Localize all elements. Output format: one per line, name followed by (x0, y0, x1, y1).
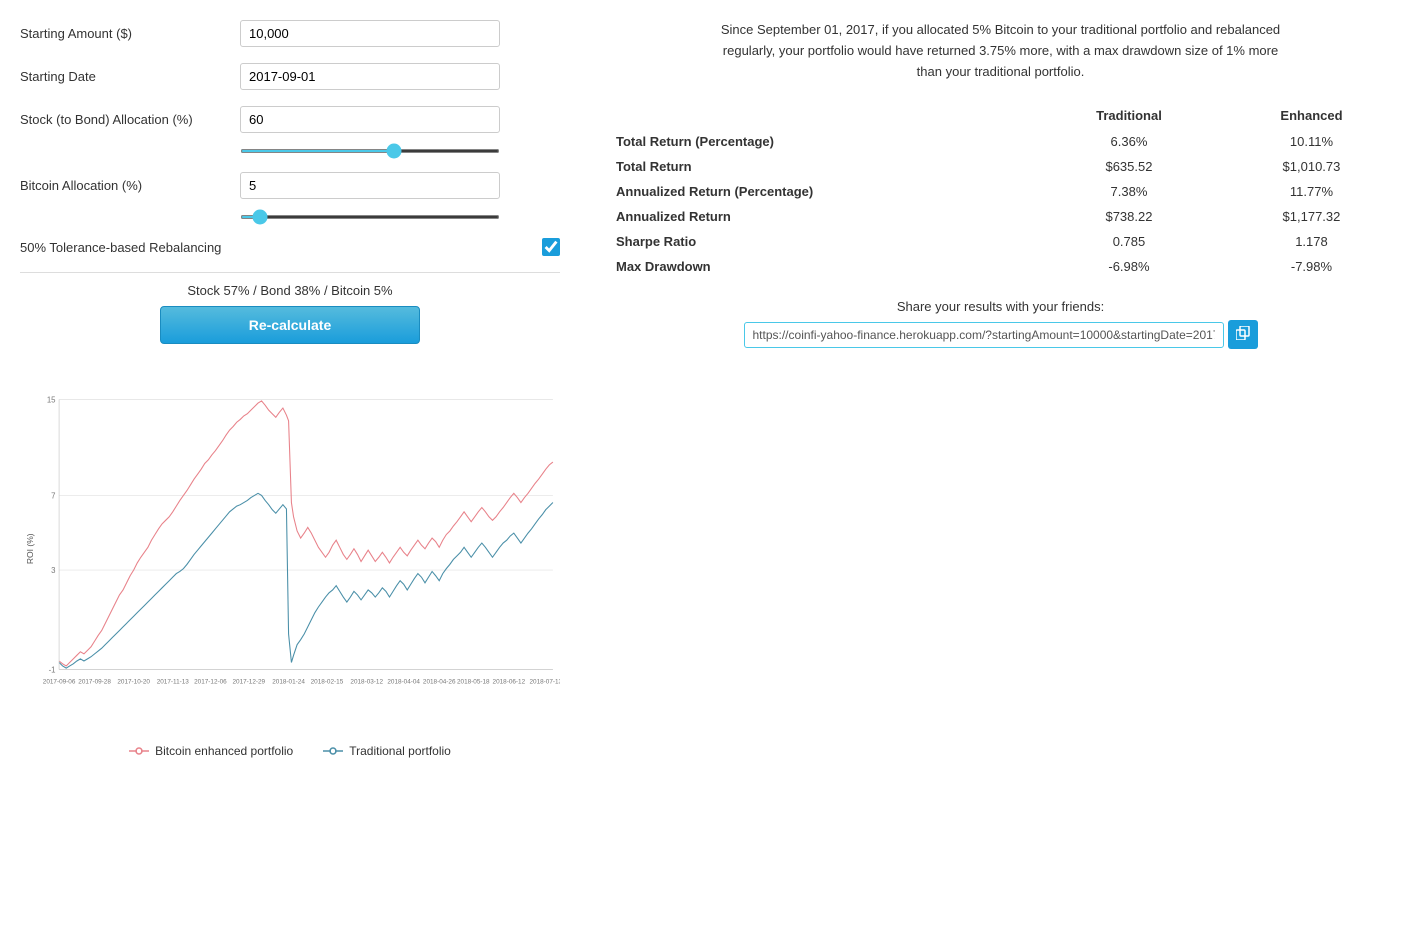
starting-amount-input[interactable] (240, 20, 500, 47)
row-enhanced: 1.178 (1222, 229, 1401, 254)
legend-traditional: Traditional portfolio (323, 744, 451, 758)
col-traditional-header: Traditional (1036, 102, 1222, 129)
starting-date-row: Starting Date (20, 63, 560, 90)
svg-text:15: 15 (47, 395, 56, 404)
results-row-3: Annualized Return $738.22 $1,177.32 (600, 204, 1401, 229)
share-url-input[interactable] (744, 322, 1224, 348)
rebalancing-row: 50% Tolerance-based Rebalancing (20, 238, 560, 256)
share-section: Share your results with your friends: (600, 299, 1401, 349)
svg-text:3: 3 (51, 566, 55, 575)
row-enhanced: $1,010.73 (1222, 154, 1401, 179)
svg-text:2018-07-13: 2018-07-13 (529, 679, 560, 686)
stock-bond-row: Stock (to Bond) Allocation (%) (20, 106, 560, 133)
results-row-2: Annualized Return (Percentage) 7.38% 11.… (600, 179, 1401, 204)
svg-text:2018-04-26: 2018-04-26 (423, 679, 456, 686)
right-panel: Since September 01, 2017, if you allocat… (600, 20, 1401, 758)
svg-text:2018-01-24: 2018-01-24 (272, 679, 305, 686)
svg-text:-1: -1 (49, 665, 56, 674)
svg-text:7: 7 (51, 491, 55, 500)
svg-text:2018-03-12: 2018-03-12 (350, 679, 383, 686)
results-row-4: Sharpe Ratio 0.785 1.178 (600, 229, 1401, 254)
bitcoin-alloc-label: Bitcoin Allocation (%) (20, 178, 240, 193)
y-axis-label: ROI (%) (25, 533, 35, 564)
row-label: Sharpe Ratio (600, 229, 1036, 254)
svg-text:2017-09-06: 2017-09-06 (43, 679, 76, 686)
row-traditional: 6.36% (1036, 129, 1222, 154)
chart-container: ROI (%) 15 7 3 -1 2017-09-06 2017- (20, 364, 560, 758)
row-traditional: 7.38% (1036, 179, 1222, 204)
row-label: Annualized Return (Percentage) (600, 179, 1036, 204)
results-row-5: Max Drawdown -6.98% -7.98% (600, 254, 1401, 279)
copy-button[interactable] (1228, 320, 1258, 349)
row-label: Total Return (600, 154, 1036, 179)
bitcoin-alloc-row: Bitcoin Allocation (%) (20, 172, 560, 199)
bitcoin-alloc-slider-row (20, 207, 560, 222)
row-label: Annualized Return (600, 204, 1036, 229)
row-traditional: 0.785 (1036, 229, 1222, 254)
share-label: Share your results with your friends: (600, 299, 1401, 314)
row-traditional: -6.98% (1036, 254, 1222, 279)
left-panel: Starting Amount ($) Starting Date Stock … (20, 20, 560, 758)
legend-bitcoin-enhanced: Bitcoin enhanced portfolio (129, 744, 293, 758)
row-traditional: $635.52 (1036, 154, 1222, 179)
svg-text:2017-12-06: 2017-12-06 (194, 679, 227, 686)
svg-text:2017-09-28: 2017-09-28 (78, 679, 111, 686)
legend-traditional-label: Traditional portfolio (349, 744, 451, 758)
roi-chart: ROI (%) 15 7 3 -1 2017-09-06 2017- (20, 364, 560, 733)
svg-text:2017-12-29: 2017-12-29 (232, 679, 265, 686)
rebalancing-label: 50% Tolerance-based Rebalancing (20, 240, 542, 255)
svg-text:2017-11-13: 2017-11-13 (157, 679, 190, 686)
svg-text:2018-02-15: 2018-02-15 (311, 679, 344, 686)
stock-bond-input[interactable] (240, 106, 500, 133)
starting-amount-label: Starting Amount ($) (20, 26, 240, 41)
stock-bond-label: Stock (to Bond) Allocation (%) (20, 112, 240, 127)
row-label: Max Drawdown (600, 254, 1036, 279)
row-enhanced: 10.11% (1222, 129, 1401, 154)
svg-text:2018-05-18: 2018-05-18 (457, 679, 490, 686)
chart-legend: Bitcoin enhanced portfolio Traditional p… (20, 744, 560, 758)
col-label-header (600, 102, 1036, 129)
allocation-text: Stock 57% / Bond 38% / Bitcoin 5% (20, 283, 560, 298)
starting-date-input[interactable] (240, 63, 500, 90)
bitcoin-alloc-input[interactable] (240, 172, 500, 199)
svg-text:2017-10-20: 2017-10-20 (117, 679, 150, 686)
results-row-1: Total Return $635.52 $1,010.73 (600, 154, 1401, 179)
stock-bond-slider-row (20, 141, 560, 156)
row-enhanced: 11.77% (1222, 179, 1401, 204)
recalculate-button[interactable]: Re-calculate (160, 306, 420, 344)
share-input-row (600, 320, 1401, 349)
rebalancing-checkbox[interactable] (542, 238, 560, 256)
stock-bond-slider[interactable] (240, 149, 500, 153)
legend-bitcoin-label: Bitcoin enhanced portfolio (155, 744, 293, 758)
row-label: Total Return (Percentage) (600, 129, 1036, 154)
row-traditional: $738.22 (1036, 204, 1222, 229)
results-row-0: Total Return (Percentage) 6.36% 10.11% (600, 129, 1401, 154)
svg-text:2018-04-04: 2018-04-04 (387, 679, 420, 686)
svg-text:2018-06-12: 2018-06-12 (493, 679, 526, 686)
row-enhanced: $1,177.32 (1222, 204, 1401, 229)
summary-text: Since September 01, 2017, if you allocat… (721, 20, 1281, 82)
row-enhanced: -7.98% (1222, 254, 1401, 279)
results-table: Traditional Enhanced Total Return (Perce… (600, 102, 1401, 279)
starting-amount-row: Starting Amount ($) (20, 20, 560, 47)
bitcoin-alloc-slider[interactable] (240, 215, 500, 219)
starting-date-label: Starting Date (20, 69, 240, 84)
col-enhanced-header: Enhanced (1222, 102, 1401, 129)
